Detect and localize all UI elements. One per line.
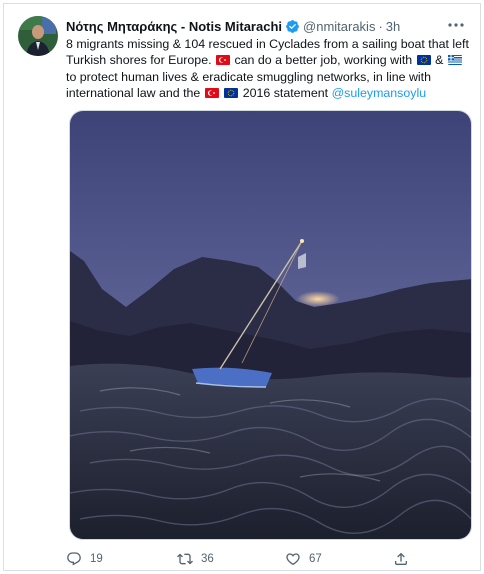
reply-count: 19 bbox=[90, 553, 103, 565]
retweet-count: 36 bbox=[201, 553, 214, 565]
retweet-button[interactable]: 36 bbox=[177, 551, 214, 567]
retweet-icon bbox=[177, 553, 193, 565]
share-icon bbox=[395, 552, 407, 565]
flag-turkey-icon bbox=[216, 55, 230, 66]
heart-icon bbox=[286, 553, 300, 566]
verified-badge-icon bbox=[285, 19, 300, 34]
more-icon[interactable] bbox=[446, 18, 466, 32]
mention-link[interactable]: @suleymansoylu bbox=[332, 86, 427, 100]
like-count: 67 bbox=[309, 553, 322, 565]
share-button[interactable] bbox=[393, 551, 409, 567]
flag-eu-icon bbox=[224, 88, 239, 99]
avatar[interactable] bbox=[18, 16, 58, 56]
flag-eu-icon bbox=[416, 55, 431, 66]
tweet-text: 8 migrants missing & 104 rescued in Cycl… bbox=[66, 36, 474, 102]
reply-button[interactable]: 19 bbox=[66, 551, 103, 567]
tweet-actions: 19 36 67 bbox=[66, 549, 426, 569]
tweet-text-part3: & bbox=[435, 53, 444, 68]
timestamp[interactable]: 3h bbox=[386, 19, 400, 34]
tweet-text-part5: 2016 statement bbox=[242, 86, 329, 101]
separator-dot: · bbox=[378, 18, 383, 34]
reply-icon bbox=[67, 552, 81, 566]
like-button[interactable]: 67 bbox=[285, 551, 322, 567]
author-handle[interactable]: @nmitarakis bbox=[303, 19, 375, 34]
tweet-header: Νότης Μηταράκης - Notis Mitarachi @nmita… bbox=[66, 16, 466, 36]
tweet-photo[interactable] bbox=[69, 110, 472, 540]
tweet-text-part2: can do a better job, working with bbox=[234, 53, 413, 68]
author-name[interactable]: Νότης Μηταράκης - Notis Mitarachi bbox=[66, 19, 282, 34]
tweet-card[interactable]: Νότης Μηταράκης - Notis Mitarachi @nmita… bbox=[3, 3, 481, 571]
flag-turkey-icon bbox=[204, 88, 219, 99]
flag-greece-icon bbox=[447, 55, 462, 66]
